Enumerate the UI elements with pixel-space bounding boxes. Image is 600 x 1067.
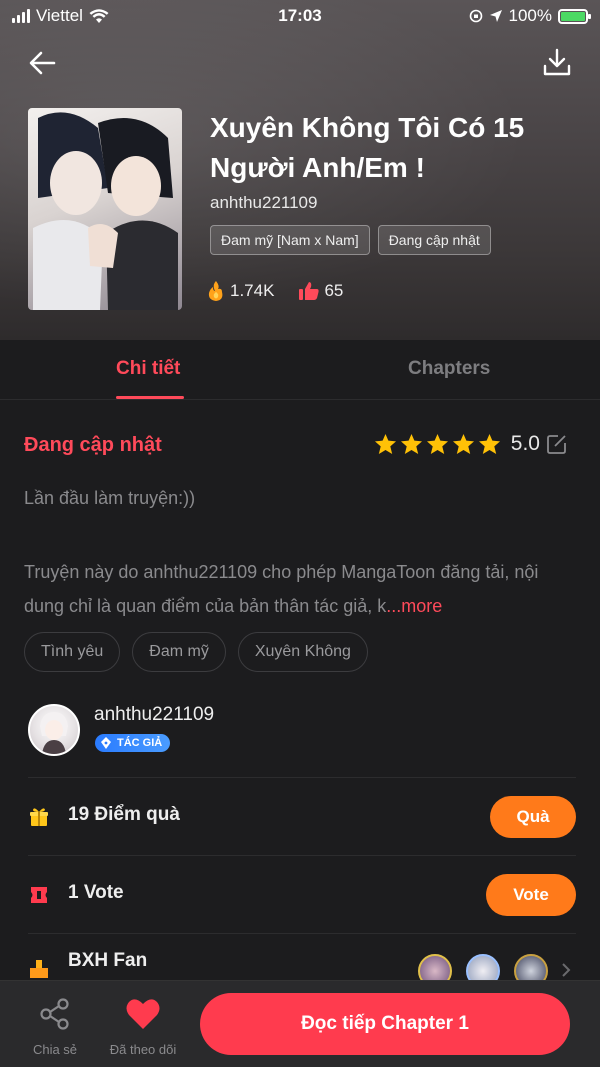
disclaimer-text: Truyện này do anhthu221109 cho phép Mang… xyxy=(24,555,569,623)
chevron-right-icon[interactable] xyxy=(560,962,572,978)
tab-details[interactable]: Chi tiết xyxy=(116,358,180,380)
battery-icon xyxy=(558,8,591,24)
rotation-lock-icon xyxy=(469,9,482,23)
fan-ranking-label: BXH Fan xyxy=(68,950,148,971)
author-badge-label: TÁC GIẢ xyxy=(117,737,163,749)
star-icon xyxy=(400,433,422,455)
fire-icon xyxy=(208,281,223,301)
likes-stat: 65 xyxy=(298,280,343,302)
thumbs-up-icon xyxy=(299,282,320,300)
genre-tag[interactable]: Xuyên Không xyxy=(237,632,368,672)
share-label: Chia sẻ xyxy=(32,1042,78,1057)
gift-row: 19 Điểm quà Quà xyxy=(28,778,576,856)
views-count: 1.74K xyxy=(230,281,275,300)
book-title: Xuyên Không Tôi Có 15 Người Anh/Em ! xyxy=(210,112,525,183)
heart-icon xyxy=(126,999,160,1029)
disclaimer-body: Truyện này do anhthu221109 cho phép Mang… xyxy=(24,562,539,616)
genre-tag[interactable]: Đam mỹ xyxy=(132,632,226,672)
continue-reading-button[interactable]: Đọc tiếp Chapter 1 xyxy=(200,993,570,1055)
views-stat: 1.74K xyxy=(206,280,274,302)
author-badge: TÁC GIẢ xyxy=(95,734,171,752)
trophy-icon xyxy=(30,960,48,978)
edit-icon[interactable] xyxy=(546,433,568,455)
tab-chapters[interactable]: Chapters xyxy=(408,358,490,380)
back-arrow-icon[interactable] xyxy=(24,44,62,82)
status-bar: Viettel 17:03 100% xyxy=(0,0,600,32)
genre-tag[interactable]: Tình yêu xyxy=(24,632,121,672)
author-name[interactable]: anhthu221109 xyxy=(94,704,214,726)
share-icon xyxy=(40,998,69,1030)
pen-nib-icon xyxy=(101,737,111,749)
gift-button[interactable]: Quà xyxy=(490,796,576,838)
more-link[interactable]: ...more xyxy=(386,596,442,616)
share-button[interactable]: Chia sẻ xyxy=(10,997,100,1057)
star-icon xyxy=(478,433,500,455)
star-icon xyxy=(452,433,474,455)
vote-button[interactable]: Vote xyxy=(486,874,576,916)
rating-stars xyxy=(374,433,501,455)
ticket-icon xyxy=(31,887,47,903)
gift-points-label: 19 Điểm quà xyxy=(68,804,180,825)
bottom-action-bar: Chia sẻ Đã theo dõi Đọc tiếp Chapter 1 xyxy=(0,980,600,1067)
vote-count-label: 1 Vote xyxy=(68,882,124,903)
follow-label: Đã theo dõi xyxy=(109,1042,177,1057)
tag-category[interactable]: Đam mỹ [Nam x Nam] xyxy=(210,225,370,255)
likes-count: 65 xyxy=(324,281,344,300)
star-icon xyxy=(374,433,396,455)
book-cover-image[interactable] xyxy=(28,108,182,310)
book-author[interactable]: anhthu221109 xyxy=(210,193,317,213)
vote-row: 1 Vote Vote xyxy=(28,856,576,934)
follow-button[interactable]: Đã theo dõi xyxy=(98,997,188,1057)
book-header: Viettel 17:03 100% Xuyên Không Tôi Có 15… xyxy=(0,0,600,340)
update-status: Đang cập nhật xyxy=(24,434,162,456)
intro-text: Lần đầu làm truyện:)) xyxy=(24,488,196,508)
author-card[interactable]: anhthu221109 TÁC GIẢ xyxy=(28,704,576,778)
location-icon xyxy=(489,10,502,22)
star-icon xyxy=(426,433,448,455)
download-icon[interactable] xyxy=(538,44,576,82)
battery-percent: 100% xyxy=(508,6,552,25)
tag-status[interactable]: Đang cập nhật xyxy=(377,225,491,255)
author-avatar[interactable] xyxy=(28,704,80,756)
active-tab-indicator xyxy=(116,396,184,399)
rating: 5.0 xyxy=(374,432,568,456)
rating-value: 5.0 xyxy=(510,432,540,455)
tab-bar: Chi tiết Chapters xyxy=(0,340,600,400)
gift-icon xyxy=(30,808,48,826)
